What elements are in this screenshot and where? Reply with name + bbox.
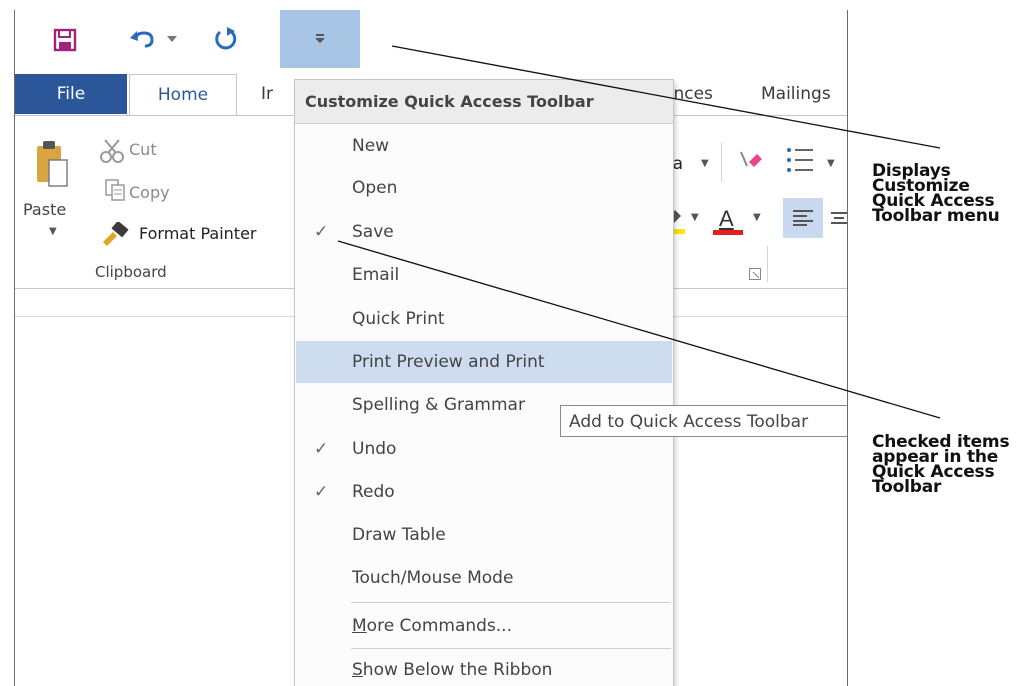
redo-icon[interactable]: [211, 24, 241, 54]
paste-icon[interactable]: [35, 138, 69, 188]
bullets-icon[interactable]: [785, 146, 815, 174]
quick-access-toolbar: [15, 10, 847, 68]
add-to-qat-tooltip: Add to Quick Access Toolbar: [560, 405, 847, 437]
align-center-icon[interactable]: [829, 212, 847, 228]
change-case-dropdown-icon[interactable]: ▼: [701, 158, 709, 169]
menu-separator: [351, 602, 671, 603]
check-icon: ✓: [314, 439, 329, 459]
clipboard-group-label: Clipboard: [95, 263, 167, 281]
customize-qat-button[interactable]: [280, 10, 360, 68]
check-icon: ✓: [314, 222, 329, 242]
check-icon: ✓: [314, 482, 329, 502]
undo-icon[interactable]: [125, 24, 159, 54]
svg-text:A: A: [719, 206, 734, 231]
cut-icon[interactable]: [99, 138, 125, 164]
tab-mailings[interactable]: Mailings: [761, 74, 831, 114]
menu-item-draw-table[interactable]: Draw Table: [296, 514, 672, 556]
bullets-dropdown-icon[interactable]: ▼: [827, 158, 835, 169]
menu-title: Customize Quick Access Toolbar: [295, 80, 673, 124]
customize-qat-menu: Customize Quick Access Toolbar New Open …: [294, 79, 674, 686]
menu-item-redo[interactable]: ✓ Redo: [296, 471, 672, 513]
menu-item-save[interactable]: ✓ Save: [296, 211, 672, 253]
menu-item-more-commands[interactable]: More Commands...: [296, 605, 672, 647]
tab-file[interactable]: File: [15, 74, 127, 114]
highlight-dropdown-icon[interactable]: ▼: [691, 212, 699, 223]
paste-button-label[interactable]: Paste: [23, 200, 66, 219]
copy-icon[interactable]: [105, 179, 127, 201]
save-icon[interactable]: [51, 26, 79, 54]
align-left-button[interactable]: [783, 198, 823, 238]
copy-button-label[interactable]: Copy: [129, 183, 170, 202]
menu-item-open[interactable]: Open: [296, 167, 672, 209]
ribbon-divider: [767, 246, 768, 282]
callout-checked-items: Checked items appear in the Quick Access…: [872, 432, 1010, 497]
menu-item-email[interactable]: Email: [296, 254, 672, 296]
menu-item-print-preview[interactable]: Print Preview and Print: [296, 341, 672, 383]
clear-formatting-icon[interactable]: [735, 148, 763, 176]
tab-insert[interactable]: Ir: [261, 74, 273, 114]
font-color-dropdown-icon[interactable]: ▼: [753, 212, 761, 223]
font-color-icon[interactable]: A: [711, 204, 745, 236]
undo-dropdown-icon[interactable]: [165, 32, 179, 46]
word-window: File Home Ir ences Mailings Paste ▼ Cut …: [14, 10, 848, 686]
font-dialog-launcher-icon[interactable]: [749, 268, 761, 280]
menu-item-quick-print[interactable]: Quick Print: [296, 298, 672, 340]
ribbon-divider: [721, 142, 722, 182]
menu-item-new[interactable]: New: [296, 125, 672, 167]
tab-home[interactable]: Home: [129, 74, 237, 117]
paste-dropdown-icon[interactable]: ▼: [49, 226, 57, 237]
customize-dropdown-icon: [315, 34, 325, 43]
cut-button-label[interactable]: Cut: [129, 140, 157, 159]
format-painter-label[interactable]: Format Painter: [139, 224, 256, 243]
menu-item-touch-mouse[interactable]: Touch/Mouse Mode: [296, 557, 672, 599]
format-painter-icon[interactable]: [101, 222, 131, 246]
callout-customize-menu: Displays Customize Quick Access Toolbar …: [872, 161, 1000, 226]
align-left-icon: [793, 210, 813, 226]
menu-item-show-below-ribbon[interactable]: Show Below the Ribbon: [296, 649, 672, 686]
